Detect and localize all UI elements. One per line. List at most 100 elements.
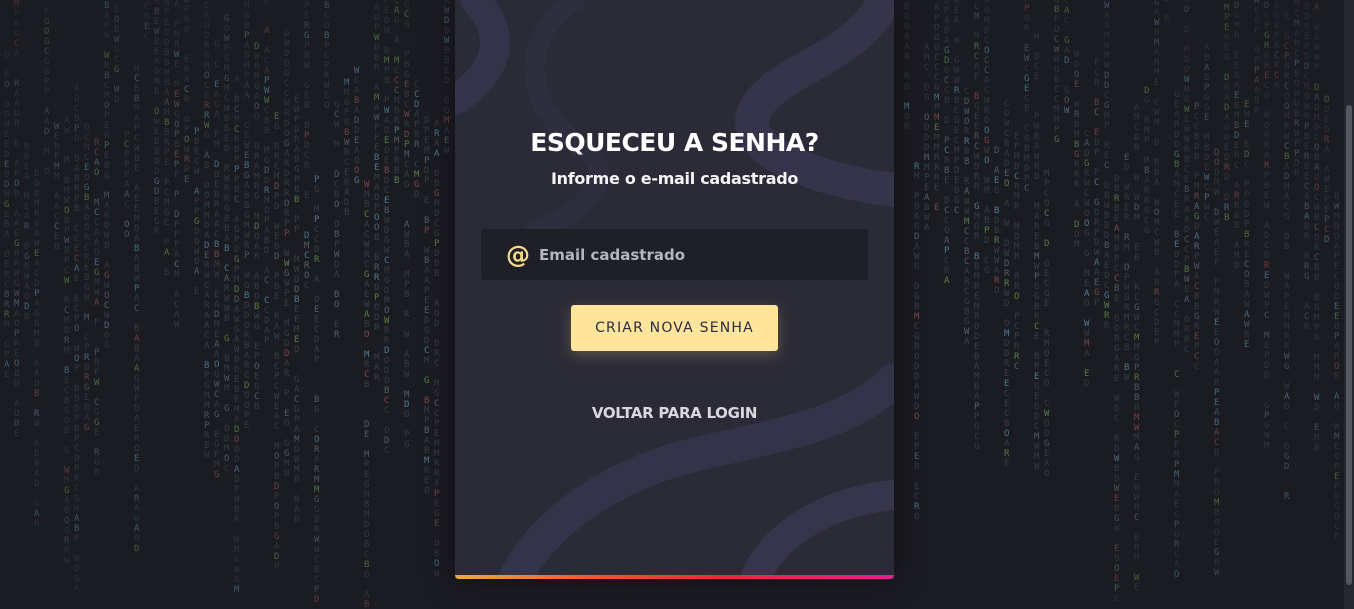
matrix-glyph: G bbox=[1234, 71, 1239, 81]
matrix-glyph: D bbox=[424, 166, 429, 176]
matrix-glyph: E bbox=[4, 70, 9, 80]
matrix-glyph: E bbox=[4, 210, 9, 220]
matrix-glyph: G bbox=[1104, 291, 1109, 301]
matrix-glyph: M bbox=[54, 172, 60, 182]
matrix-glyph: A bbox=[984, 76, 990, 86]
matrix-glyph: W bbox=[404, 330, 410, 340]
matrix-glyph: D bbox=[194, 227, 199, 237]
matrix-glyph: G bbox=[1134, 453, 1139, 463]
matrix-glyph: P bbox=[44, 87, 50, 97]
matrix-glyph: P bbox=[64, 226, 70, 236]
matrix-glyph: B bbox=[114, 25, 119, 35]
matrix-glyph: C bbox=[944, 86, 949, 96]
matrix-glyph: E bbox=[74, 294, 79, 304]
matrix-glyph: C bbox=[984, 86, 989, 96]
email-input[interactable] bbox=[539, 234, 868, 275]
matrix-glyph: O bbox=[994, 286, 999, 296]
matrix-glyph: P bbox=[234, 165, 240, 175]
matrix-glyph: P bbox=[74, 364, 80, 374]
matrix-glyph: E bbox=[1104, 151, 1109, 161]
matrix-glyph: R bbox=[1284, 122, 1290, 132]
page-scrollbar[interactable] bbox=[1344, 0, 1354, 609]
matrix-glyph: O bbox=[64, 526, 69, 536]
matrix-glyph: C bbox=[1174, 190, 1179, 200]
matrix-glyph: O bbox=[984, 46, 989, 56]
matrix-glyph: E bbox=[954, 6, 959, 16]
matrix-glyph: A bbox=[14, 99, 20, 109]
matrix-glyph: A bbox=[1044, 459, 1050, 469]
create-new-password-button[interactable]: CRIAR NOVA SENHA bbox=[571, 305, 778, 351]
matrix-glyph: E bbox=[1184, 115, 1189, 125]
matrix-glyph: A bbox=[1194, 272, 1200, 282]
matrix-glyph: G bbox=[1284, 452, 1289, 462]
matrix-glyph: O bbox=[1104, 271, 1109, 281]
matrix-glyph: A bbox=[904, 32, 910, 42]
matrix-glyph: C bbox=[1294, 9, 1299, 19]
matrix-glyph: C bbox=[54, 212, 59, 222]
matrix-glyph: R bbox=[1304, 152, 1310, 162]
matrix-glyph: D bbox=[1004, 349, 1009, 359]
matrix-glyph: R bbox=[54, 142, 60, 152]
matrix-glyph: W bbox=[74, 554, 80, 564]
matrix-glyph: R bbox=[404, 120, 410, 130]
matrix-glyph: C bbox=[304, 251, 309, 261]
matrix-glyph: G bbox=[1154, 0, 1159, 8]
matrix-glyph: G bbox=[1174, 90, 1179, 100]
matrix-glyph: D bbox=[274, 202, 279, 212]
matrix-glyph: M bbox=[974, 302, 980, 312]
matrix-glyph: B bbox=[1004, 419, 1009, 429]
matrix-glyph: A bbox=[164, 98, 170, 108]
matrix-glyph: G bbox=[284, 449, 289, 459]
matrix-glyph: C bbox=[1174, 420, 1179, 430]
matrix-glyph: D bbox=[1264, 361, 1269, 371]
matrix-glyph: R bbox=[1184, 145, 1190, 155]
matrix-glyph: A bbox=[1174, 280, 1180, 290]
matrix-glyph: C bbox=[1014, 322, 1019, 332]
matrix-glyph: D bbox=[1134, 133, 1139, 143]
matrix-glyph: A bbox=[1034, 142, 1040, 152]
matrix-glyph: B bbox=[34, 339, 39, 349]
back-to-login-link[interactable]: VOLTAR PARA LOGIN bbox=[455, 404, 894, 422]
email-field-container[interactable]: @ bbox=[481, 229, 868, 280]
matrix-glyph: A bbox=[404, 220, 410, 230]
matrix-glyph: R bbox=[314, 445, 320, 455]
matrix-glyph: B bbox=[1254, 96, 1259, 106]
matrix-glyph: C bbox=[54, 222, 59, 232]
matrix-glyph: E bbox=[1264, 271, 1269, 281]
matrix-glyph: A bbox=[1304, 302, 1310, 312]
matrix-glyph: D bbox=[384, 16, 389, 26]
matrix-glyph: M bbox=[1314, 433, 1320, 443]
matrix-glyph: P bbox=[1174, 400, 1180, 410]
matrix-glyph: O bbox=[94, 168, 99, 178]
matrix-glyph: C bbox=[1284, 82, 1289, 92]
matrix-glyph: E bbox=[174, 60, 179, 70]
matrix-glyph: O bbox=[1254, 46, 1259, 56]
matrix-glyph: C bbox=[1104, 161, 1109, 171]
matrix-glyph: G bbox=[114, 45, 119, 55]
matrix-glyph: O bbox=[94, 248, 99, 258]
matrix-glyph: R bbox=[174, 40, 180, 50]
matrix-glyph: R bbox=[984, 106, 990, 116]
matrix-glyph: R bbox=[1114, 334, 1120, 344]
matrix-glyph: P bbox=[1094, 168, 1100, 178]
matrix-glyph: B bbox=[104, 1, 109, 11]
matrix-glyph: G bbox=[224, 404, 229, 414]
matrix-glyph: P bbox=[1014, 332, 1020, 342]
matrix-glyph: M bbox=[1104, 111, 1110, 121]
matrix-glyph: M bbox=[294, 255, 300, 265]
matrix-glyph: O bbox=[64, 416, 69, 426]
matrix-glyph: W bbox=[374, 33, 380, 43]
matrix-glyph: D bbox=[4, 180, 9, 190]
matrix-glyph: W bbox=[1324, 175, 1330, 185]
matrix-glyph: R bbox=[1034, 312, 1040, 322]
matrix-glyph: B bbox=[1314, 213, 1319, 223]
matrix-glyph: B bbox=[344, 128, 349, 138]
matrix-glyph: W bbox=[234, 315, 240, 325]
matrix-glyph: A bbox=[174, 250, 180, 260]
matrix-glyph: A bbox=[434, 149, 440, 159]
scrollbar-thumb[interactable] bbox=[1346, 105, 1352, 585]
matrix-glyph: P bbox=[1054, 15, 1060, 25]
matrix-glyph: D bbox=[984, 236, 989, 246]
matrix-glyph: C bbox=[164, 188, 169, 198]
matrix-glyph: P bbox=[194, 127, 200, 137]
